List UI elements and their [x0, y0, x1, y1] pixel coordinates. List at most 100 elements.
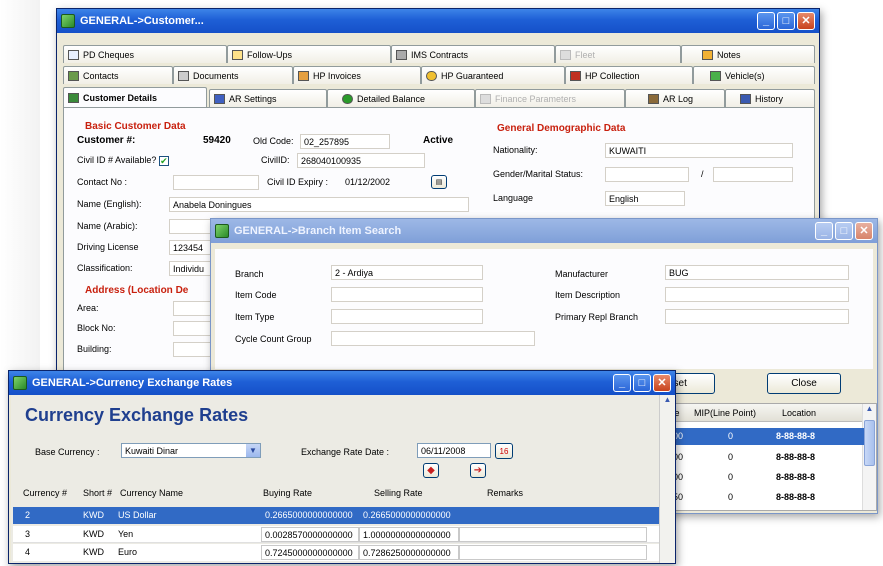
civil-id-field[interactable]: 268040100935	[297, 153, 425, 168]
table-row[interactable]: 900 0 8-88-88-8	[664, 469, 864, 486]
col-buying-rate[interactable]: Buying Rate	[263, 488, 312, 498]
gender-label: Gender/Marital Status:	[493, 169, 584, 179]
grid-scrollbar[interactable]: ▲	[862, 404, 876, 510]
app-icon	[61, 14, 75, 28]
item-description-field[interactable]	[665, 287, 849, 302]
calendar-button[interactable]: 16	[495, 443, 513, 459]
civil-available-checkbox[interactable]: ✔	[158, 155, 169, 166]
block-field[interactable]	[173, 321, 213, 336]
tab-fleet[interactable]: Fleet	[555, 45, 681, 63]
close-button[interactable]: ✕	[797, 12, 815, 30]
base-currency-label: Base Currency :	[35, 447, 100, 457]
branch-titlebar[interactable]: GENERAL->Branch Item Search _ □ ✕	[211, 219, 877, 243]
vehicle-icon	[710, 70, 721, 81]
table-row[interactable]: 3 KWD Yen 0.0028570000000000 1.000000000…	[13, 526, 659, 543]
tab-documents[interactable]: Documents	[173, 66, 293, 84]
next-date-button[interactable]: ➔	[470, 463, 486, 478]
scroll-up-icon[interactable]: ▲	[863, 404, 876, 418]
invoice-icon	[298, 70, 309, 81]
currency-window: GENERAL->Currency Exchange Rates _ □ ✕ ▲…	[8, 370, 676, 564]
marital-field[interactable]	[713, 167, 793, 182]
building-field[interactable]	[173, 342, 213, 357]
scroll-thumb[interactable]	[864, 420, 875, 466]
tab-pd-cheques[interactable]: PD Cheques	[63, 45, 227, 63]
tab-follow-ups[interactable]: Follow-Ups	[227, 45, 391, 63]
currency-window-title: GENERAL->Currency Exchange Rates	[32, 377, 233, 389]
name-arabic-label: Name (Arabic):	[77, 221, 138, 231]
branch-window-title: GENERAL->Branch Item Search	[234, 225, 402, 237]
name-english-field[interactable]: Anabela Doningues	[169, 197, 469, 212]
table-row[interactable]: 850 0 8-88-88-8	[664, 489, 864, 506]
previous-date-button[interactable]: ◆	[423, 463, 439, 478]
table-row[interactable]: 500 0 8-88-88-8	[664, 449, 864, 466]
civil-expiry-label: Civil ID Expiry :	[267, 177, 329, 187]
minimize-button[interactable]: _	[757, 12, 775, 30]
branch-label: Branch	[235, 269, 264, 279]
nationality-field[interactable]: KUWAITI	[605, 143, 793, 158]
tab-customer-details[interactable]: Customer Details	[63, 87, 207, 107]
exchange-date-field[interactable]: 06/11/2008	[417, 443, 491, 458]
tab-notes[interactable]: Notes	[681, 45, 815, 63]
tab-ims-contracts[interactable]: IMS Contracts	[391, 45, 555, 63]
tab-ar-settings[interactable]: AR Settings	[209, 89, 327, 107]
customer-number: 59420	[203, 135, 231, 146]
col-short-number[interactable]: Short #	[83, 488, 112, 498]
col-currency-number[interactable]: Currency #	[23, 488, 67, 498]
grid-col-mip[interactable]: MIP(Line Point)	[694, 408, 756, 418]
col-currency-name[interactable]: Currency Name	[120, 488, 183, 498]
tab-hp-invoices[interactable]: HP Invoices	[293, 66, 421, 84]
tab-hp-collection[interactable]: HP Collection	[565, 66, 693, 84]
tab-ar-log[interactable]: AR Log	[625, 89, 725, 107]
settings-icon	[214, 93, 225, 104]
area-field[interactable]	[173, 301, 213, 316]
maximize-button[interactable]: □	[777, 12, 795, 30]
close-button[interactable]: ✕	[855, 222, 873, 240]
civil-expiry-field[interactable]: 01/12/2002	[342, 175, 426, 190]
manufacturer-label: Manufacturer	[555, 269, 609, 279]
cycle-count-field[interactable]	[331, 331, 535, 346]
table-row[interactable]: 2 KWD US Dollar 0.2665000000000000 0.266…	[13, 507, 659, 524]
primary-repl-field[interactable]	[665, 309, 849, 324]
tab-finance-parameters[interactable]: Finance Parameters	[475, 89, 625, 107]
customer-titlebar[interactable]: GENERAL->Customer... _ □ ✕	[57, 9, 819, 33]
tab-detailed-balance[interactable]: Detailed Balance	[327, 89, 475, 107]
base-currency-select[interactable]: Kuwaiti Dinar ▼	[121, 443, 261, 458]
minimize-button[interactable]: _	[815, 222, 833, 240]
gender-slash: /	[701, 169, 704, 179]
close-window-button[interactable]: Close	[767, 373, 841, 394]
finance-icon	[480, 93, 491, 104]
customer-window-title: GENERAL->Customer...	[80, 15, 204, 27]
currency-titlebar[interactable]: GENERAL->Currency Exchange Rates _ □ ✕	[9, 371, 675, 395]
maximize-button[interactable]: □	[633, 374, 651, 392]
grid-col-location[interactable]: Location	[782, 408, 816, 418]
contact-field[interactable]	[173, 175, 259, 190]
col-remarks[interactable]: Remarks	[487, 488, 523, 498]
tab-history[interactable]: History	[725, 89, 815, 107]
tab-vehicles[interactable]: Vehicle(s)	[693, 66, 815, 84]
contact-label: Contact No :	[77, 177, 128, 187]
gender-field[interactable]	[605, 167, 689, 182]
col-selling-rate[interactable]: Selling Rate	[374, 488, 423, 498]
old-code-field[interactable]: 02_257895	[300, 134, 390, 149]
documents-icon	[178, 70, 189, 81]
manufacturer-field[interactable]: BUG	[665, 265, 849, 280]
maximize-button[interactable]: □	[835, 222, 853, 240]
close-button[interactable]: ✕	[653, 374, 671, 392]
branch-field[interactable]: 2 - Ardiya	[331, 265, 483, 280]
language-field[interactable]: English	[605, 191, 685, 206]
calendar-button[interactable]: ▤	[431, 175, 447, 189]
item-code-field[interactable]	[331, 287, 483, 302]
address-heading: Address (Location De	[85, 285, 189, 296]
block-label: Block No:	[77, 323, 116, 333]
collection-icon	[570, 70, 581, 81]
tab-contacts[interactable]: Contacts	[63, 66, 173, 84]
table-row[interactable]: 500 0 8-88-88-8	[664, 428, 864, 445]
currency-heading: Currency Exchange Rates	[25, 405, 249, 425]
scroll-up-icon[interactable]: ▲	[660, 395, 675, 409]
minimize-button[interactable]: _	[613, 374, 631, 392]
currency-scrollbar[interactable]: ▲	[659, 395, 675, 563]
tab-hp-guaranteed[interactable]: HP Guaranteed	[421, 66, 565, 84]
chevron-down-icon[interactable]: ▼	[246, 444, 260, 457]
item-type-field[interactable]	[331, 309, 483, 324]
table-row[interactable]: 4 KWD Euro 0.7245000000000000 0.72862500…	[13, 544, 659, 561]
